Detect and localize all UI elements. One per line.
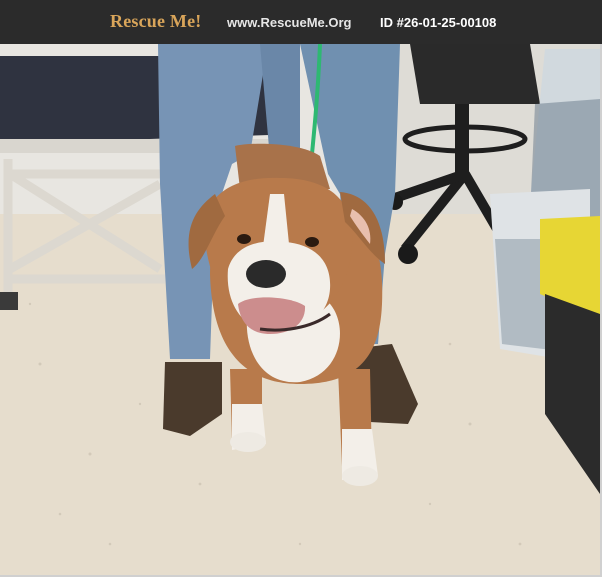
pet-photo xyxy=(0,44,602,577)
table-wheel xyxy=(0,292,18,310)
header-bar: Rescue Me! www.RescueMe.Org ID #26-01-25… xyxy=(0,0,602,44)
page: Rescue Me! www.RescueMe.Org ID #26-01-25… xyxy=(0,0,602,577)
site-url-link[interactable]: www.RescueMe.Org xyxy=(227,15,352,30)
pet-id-label: ID #26-01-25-00108 xyxy=(380,15,497,30)
pet-photo-illustration xyxy=(0,44,600,575)
brand-logo-text[interactable]: Rescue Me! xyxy=(110,11,201,32)
